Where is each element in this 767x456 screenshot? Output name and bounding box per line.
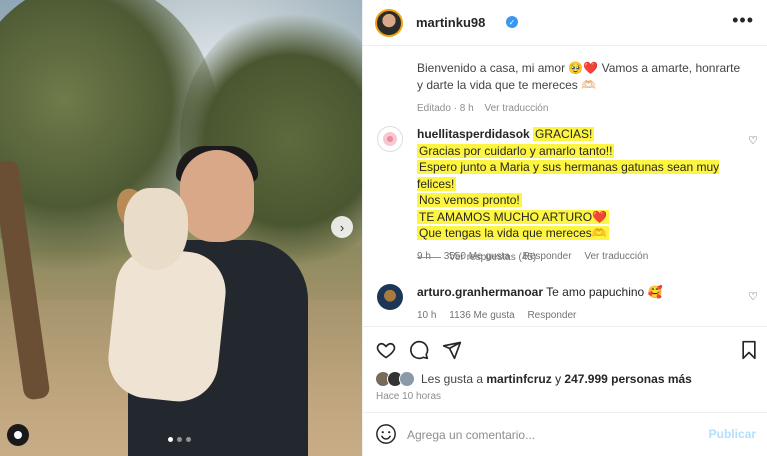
translate-link[interactable]: Ver traducción [584, 251, 648, 262]
post-photo[interactable]: › [0, 0, 362, 456]
verified-badge-icon: ✓ [506, 16, 518, 28]
caption-edited: Editado · 8 h [417, 103, 474, 114]
comment-button[interactable] [408, 339, 430, 361]
caption-text: Bienvenido a casa, mi amor 🥹❤️ Vamos a a… [417, 61, 741, 92]
share-icon [442, 341, 462, 360]
share-button[interactable] [441, 339, 463, 361]
carousel-dot [168, 437, 173, 442]
photo-person-face [180, 150, 254, 242]
post-timestamp: Hace 10 horas [376, 391, 442, 402]
comment-line: Nos vemos pronto! [417, 193, 522, 207]
comment-username[interactable]: huellitasperdidasok [417, 127, 530, 141]
chevron-right-icon: › [339, 219, 345, 235]
carousel-indicator [168, 437, 191, 442]
heart-icon [376, 342, 396, 359]
heart-icon[interactable]: ♡ [748, 134, 758, 147]
comment-line: Espero junto a Maria y sus hermanas gatu… [417, 160, 720, 191]
likes-count[interactable]: 247.999 personas más [564, 372, 691, 386]
heart-icon[interactable]: ♡ [748, 290, 758, 303]
publish-button[interactable]: Publicar [709, 427, 756, 441]
view-replies[interactable]: Ver respuestas (45) [417, 252, 536, 263]
liker-username[interactable]: martinfcruz [486, 372, 551, 386]
comment-likes[interactable]: 1136 Me gusta [449, 310, 514, 321]
comment-line: GRACIAS! [533, 127, 595, 141]
likes-prefix: Les gusta a [421, 372, 484, 386]
post-header: martinku98 ✓ ••• [363, 0, 767, 46]
post-actions [363, 326, 767, 370]
likes-connector: y [555, 372, 562, 386]
tagged-users-button[interactable] [7, 424, 29, 446]
post-username[interactable]: martinku98 [416, 15, 485, 30]
emoji-icon[interactable] [375, 423, 397, 445]
post-caption: Bienvenido a casa, mi amor 🥹❤️ Vamos a a… [417, 60, 747, 117]
translate-link[interactable]: Ver traducción [485, 103, 549, 114]
view-replies-label[interactable]: Ver respuestas (45) [449, 252, 536, 263]
add-comment-bar: Publicar [363, 412, 767, 456]
replies-line [417, 257, 441, 258]
avatar [399, 371, 415, 387]
comment-username[interactable]: arturo.granhermanoar [417, 285, 543, 299]
avatar[interactable] [375, 9, 403, 37]
save-button[interactable] [738, 339, 760, 361]
comment-text: Te amo papuchino 🥰 [546, 285, 663, 299]
ellipsis-icon[interactable]: ••• [732, 10, 754, 31]
comment-input[interactable] [407, 425, 697, 445]
bookmark-icon [742, 340, 756, 360]
carousel-dot [177, 437, 182, 442]
liker-avatars [375, 371, 417, 387]
comment-time: 10 h [417, 309, 437, 321]
comment-line: Que tengas la vida que mereces🫶 [417, 226, 609, 240]
avatar[interactable] [377, 126, 403, 152]
photo-dog-body [104, 244, 230, 406]
likes-summary: Les gusta a martinfcruz y 247.999 person… [375, 371, 692, 387]
comment-meta: 10 h 1136 Me gusta Responder [417, 308, 747, 325]
carousel-dot [186, 437, 191, 442]
comment-body: huellitasperdidasok GRACIAS! Gracias por… [417, 126, 747, 265]
user-icon [14, 431, 22, 439]
reply-button[interactable]: Responder [527, 310, 576, 321]
comment-body: arturo.granhermanoar Te amo papuchino 🥰 … [417, 284, 747, 324]
post-details-panel: martinku98 ✓ ••• Bienvenido a casa, mi a… [362, 0, 767, 456]
comment-icon [410, 340, 429, 360]
like-button[interactable] [375, 339, 397, 361]
comment-line: TE AMAMOS MUCHO ARTURO❤️ [417, 209, 610, 224]
caption-meta: Editado · 8 h Ver traducción [417, 100, 747, 117]
photo-dog-head [124, 188, 188, 270]
carousel-next-button[interactable]: › [331, 216, 353, 238]
paw-icon [383, 132, 397, 146]
comment-line: Gracias por cuidarlo y amarlo tanto!! [417, 143, 615, 158]
avatar[interactable] [377, 284, 403, 310]
